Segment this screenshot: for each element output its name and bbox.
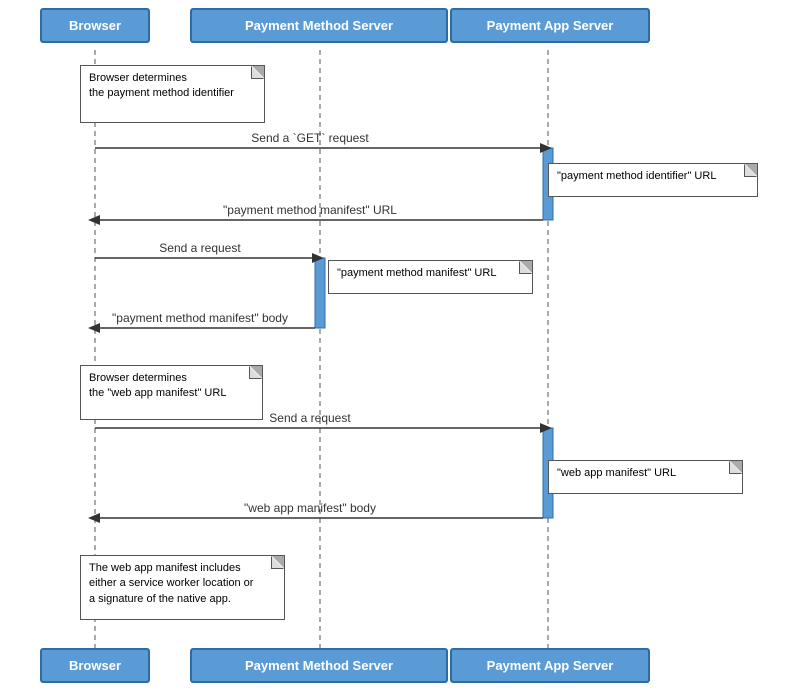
svg-text:"payment method manifest" URL: "payment method manifest" URL xyxy=(223,203,397,217)
note-payment-method-identifier-url: "payment method identifier" URL xyxy=(548,163,758,197)
payment-method-server-footer: Payment Method Server xyxy=(190,648,448,683)
payment-app-server-footer: Payment App Server xyxy=(450,648,650,683)
payment-app-server-header: Payment App Server xyxy=(450,8,650,43)
svg-text:Send a request: Send a request xyxy=(159,241,241,255)
note-payment-method-manifest-url: "payment method manifest" URL xyxy=(328,260,533,294)
svg-text:Send a request: Send a request xyxy=(269,411,351,425)
svg-text:"payment method manifest" body: "payment method manifest" body xyxy=(112,311,288,325)
browser-header: Browser xyxy=(40,8,150,43)
note-browser-determines-payment-method: Browser determines the payment method id… xyxy=(80,65,265,123)
note-web-app-manifest-body: The web app manifest includes either a s… xyxy=(80,555,285,620)
svg-text:Send a `GET` request: Send a `GET` request xyxy=(251,131,369,145)
svg-text:"web app manifest" body: "web app manifest" body xyxy=(244,501,376,515)
note-browser-determines-web-app-manifest: Browser determines the "web app manifest… xyxy=(80,365,263,420)
sequence-diagram: Send a `GET` request "payment method man… xyxy=(0,0,800,698)
note-web-app-manifest-url: "web app manifest" URL xyxy=(548,460,743,494)
payment-method-server-header: Payment Method Server xyxy=(190,8,448,43)
browser-footer: Browser xyxy=(40,648,150,683)
